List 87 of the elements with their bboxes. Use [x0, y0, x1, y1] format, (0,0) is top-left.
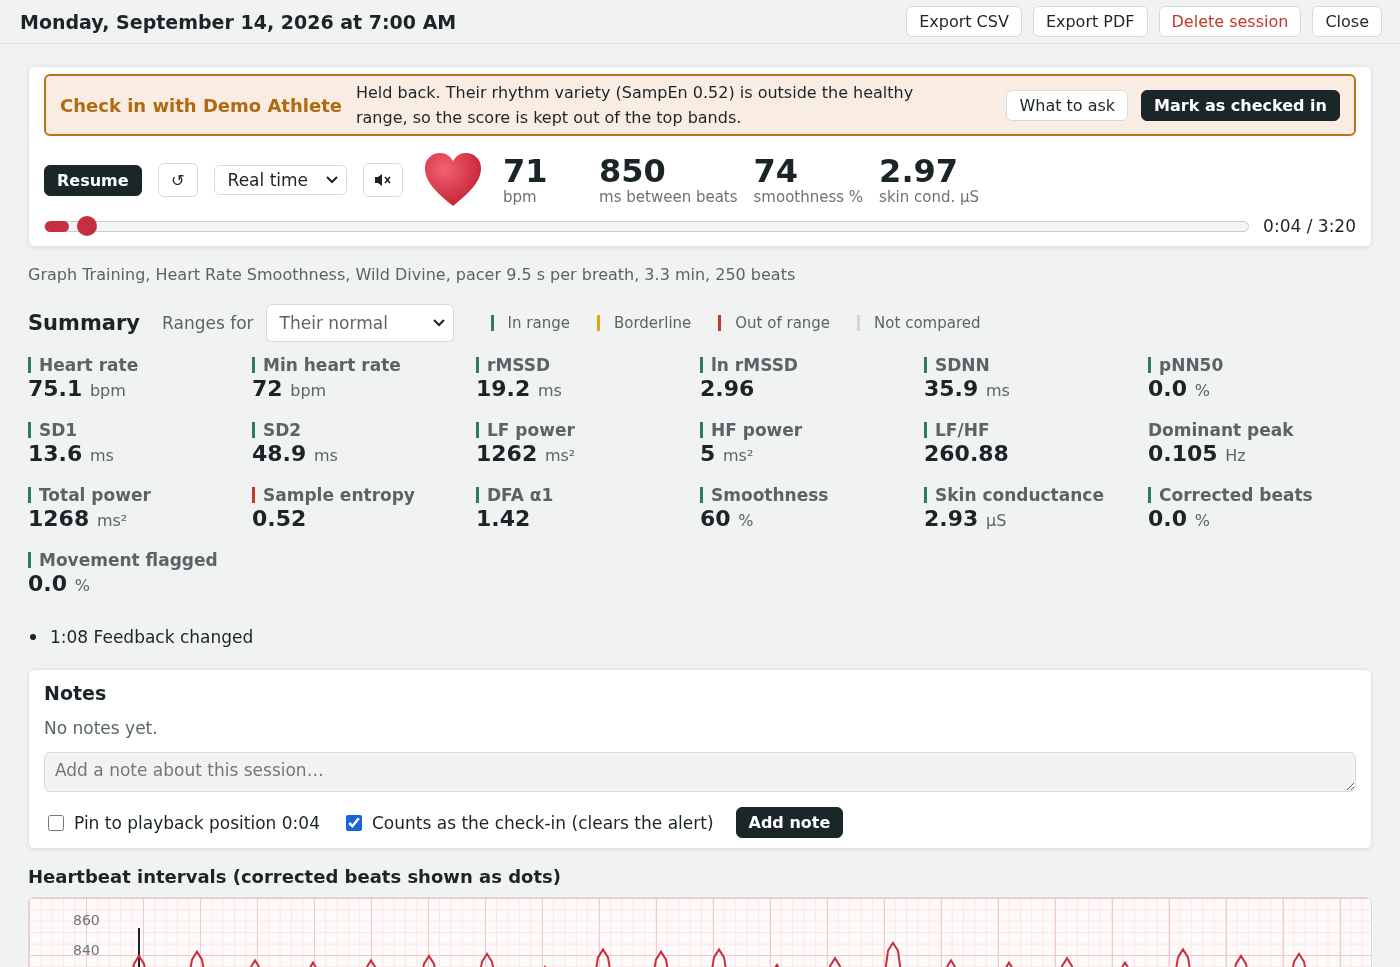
metric-label: HF power	[711, 420, 803, 440]
metric-value: 1262 ms²	[476, 441, 577, 468]
stat-label: ms between beats	[599, 188, 738, 206]
checkbox-label: Counts as the check-in (clears the alert)	[371, 812, 714, 833]
metric-value: 2.96	[700, 376, 756, 402]
metric-label: Heart rate	[39, 355, 139, 375]
speed-select[interactable]: Real time	[213, 165, 348, 195]
metric-value: 0.0 %	[1148, 506, 1211, 533]
metric-value: 35.9 ms	[924, 376, 1011, 403]
stat-value: 71	[503, 154, 549, 188]
chevron-icon	[326, 176, 339, 184]
metric-label: Dominant peak	[1148, 420, 1294, 440]
header-button[interactable]: Export PDF	[1032, 6, 1148, 37]
legend-item: Borderline	[596, 314, 692, 332]
metric-value: 13.6 ms	[28, 441, 115, 468]
chart-heading: Heartbeat intervals (corrected beats shown as dots)	[28, 866, 562, 887]
stat-label: bpm	[503, 188, 538, 206]
heart-icon	[423, 152, 484, 208]
chevron-icon	[432, 319, 445, 327]
metric-value: 2.93 µS	[924, 506, 1008, 533]
metric-label: Corrected beats	[1159, 485, 1313, 505]
metric-label: LF/HF	[935, 420, 990, 440]
speaker-icon	[374, 173, 393, 187]
metric-value: 0.0 %	[28, 571, 91, 598]
metric-value: 75.1 bpm	[28, 376, 127, 403]
event-text: 1:08 Feedback changed	[50, 627, 254, 647]
metric-label: rMSSD	[487, 355, 551, 375]
metric-label: Skin conductance	[935, 485, 1104, 505]
metric-label: SDNN	[935, 355, 990, 375]
stat-value: 2.97	[879, 154, 960, 188]
playback-time: 0:04 / 3:20	[1263, 216, 1356, 236]
metric-value: 5 ms²	[700, 441, 755, 468]
axis-tick-label: 840	[73, 942, 100, 958]
metric-value: 0.105 Hz	[1148, 441, 1247, 468]
metric-value: 19.2 ms	[476, 376, 563, 403]
resume-button[interactable]: Resume	[44, 164, 142, 196]
ranges-label: Ranges for	[162, 313, 254, 333]
metric-value: 60 %	[700, 506, 755, 533]
add-note-button[interactable]: Add note	[735, 807, 844, 838]
stat-label: skin cond. µS	[879, 188, 980, 206]
bullet-icon	[30, 634, 36, 640]
legend-item: In range	[490, 314, 570, 332]
checkbox-label: Pin to playback position 0:04	[74, 812, 320, 833]
metric-value: 72 bpm	[252, 376, 328, 403]
metric-label: ln rMSSD	[711, 355, 798, 375]
note-input[interactable]: Add a note about this session…	[44, 752, 1356, 792]
metric-label: Min heart rate	[263, 355, 401, 375]
mute-button[interactable]	[363, 163, 404, 197]
summary-heading: Summary	[28, 311, 141, 335]
position-marker	[138, 927, 140, 967]
metric-label: SD1	[39, 420, 78, 440]
delete-button[interactable]: Delete session	[1158, 6, 1302, 37]
metric-value: 260.88	[924, 441, 1010, 467]
notes-heading: Notes	[44, 682, 108, 704]
checkbox[interactable]	[345, 814, 362, 831]
metric-value: 0.52	[252, 506, 308, 532]
alert-button[interactable]: Mark as checked in	[1141, 89, 1340, 121]
metric-label: SD2	[263, 420, 302, 440]
axis-tick-label: 860	[73, 912, 100, 928]
stat-label: smoothness %	[753, 188, 864, 206]
alert-message: Held back. Their rhythm variety (SampEn 0.52) is outside the healthy range, so the score is kept out of the top bands.	[355, 82, 915, 129]
empty-notes-text: No notes yet.	[44, 718, 159, 738]
restart-button[interactable]: ↺	[157, 163, 198, 197]
session-description: Graph Training, Heart Rate Smoothness, Wild Divine, pacer 9.5 s per breath, 3.3 min, 250 beats	[28, 265, 797, 284]
session-title: Monday, September 14, 2026 at 7:00 AM	[20, 10, 457, 33]
header-button[interactable]: Export CSV	[906, 6, 1022, 37]
slider-thumb[interactable]	[77, 215, 98, 236]
metric-label: Smoothness	[711, 485, 829, 505]
metric-label: pNN50	[1159, 355, 1224, 375]
alert-button[interactable]: What to ask	[1006, 89, 1129, 121]
metric-value: 48.9 ms	[252, 441, 339, 468]
metric-value: 1268 ms²	[28, 506, 129, 533]
legend-item: Out of range	[718, 314, 831, 332]
metric-value: 0.0 %	[1148, 376, 1211, 403]
header-button[interactable]: Close	[1312, 6, 1382, 37]
stat-value: 74	[753, 154, 800, 188]
legend-item: Not compared	[857, 314, 981, 332]
checkbox[interactable]	[48, 814, 64, 831]
metric-label: Total power	[39, 485, 151, 505]
metric-label: DFA α1	[487, 485, 554, 505]
alert-title: Check in with Demo Athlete	[60, 94, 342, 116]
metric-label: LF power	[487, 420, 575, 440]
metric-value: 1.42	[476, 506, 532, 532]
ranges-select[interactable]: Their normal	[265, 304, 454, 342]
metric-label: Movement flagged	[39, 550, 218, 570]
stat-value: 850	[599, 154, 667, 188]
metric-label: Sample entropy	[263, 485, 415, 505]
